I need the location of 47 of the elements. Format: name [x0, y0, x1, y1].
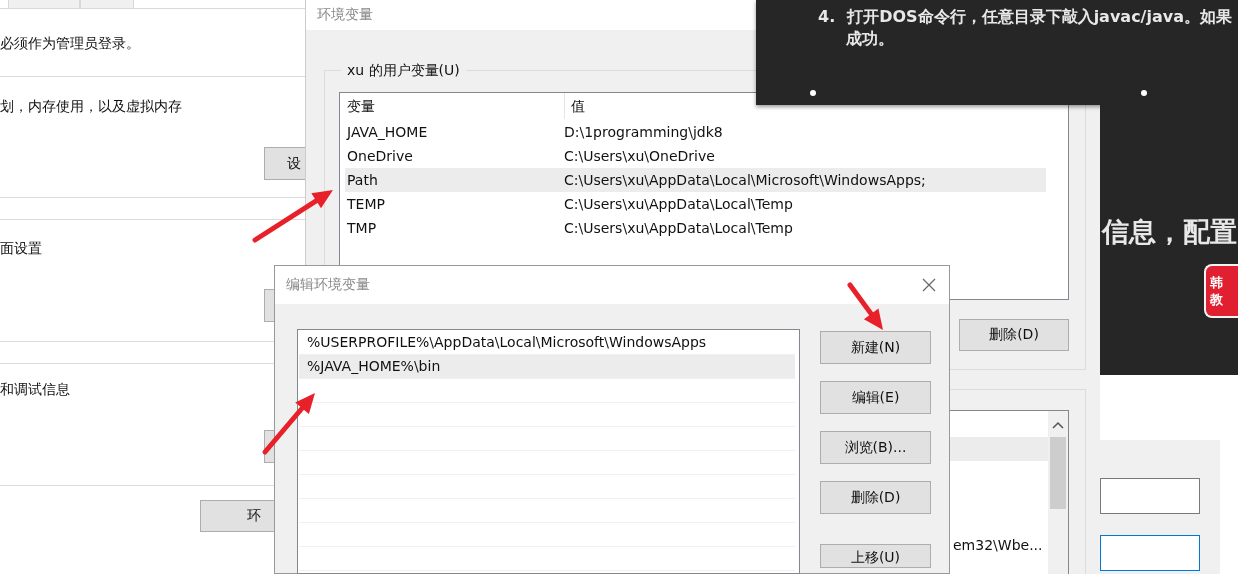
variable-value: C:\Users\xu\OneDrive [564, 148, 715, 164]
arrow [262, 393, 315, 455]
dialog-button[interactable]: 浏览(B)... [820, 431, 931, 464]
group-label: xu 的用户变量(U) [346, 61, 461, 80]
dialog-button[interactable]: 编辑(E) [820, 381, 931, 414]
list-row[interactable]: TEMP C:\Users\xu\AppData\Local\Temp [345, 192, 1046, 216]
list-row[interactable]: %JAVA_HOME%\bin [299, 355, 795, 379]
dialog-button[interactable]: 删除(D) [820, 481, 931, 514]
input-field[interactable] [1100, 478, 1200, 514]
badge-text: 教 [1210, 291, 1223, 308]
variable-name: JAVA_HOME [347, 124, 429, 140]
column-header[interactable]: 变量 [347, 93, 564, 119]
slide-text: 打开DOS命令行，任意目录下敲入javac/java。如果 [847, 6, 1232, 28]
variable-value: D:\1programming\jdk8 [564, 124, 723, 140]
description-text: 必须作为管理员登录。 [0, 33, 140, 52]
list-row[interactable]: TMP C:\Users\xu\AppData\Local\Temp [345, 216, 1046, 240]
slide-heading: 信息，配置 [1102, 215, 1237, 249]
dot-icon [810, 90, 816, 96]
scroll-up-icon[interactable] [1052, 421, 1064, 429]
list-number: 4. [818, 6, 836, 28]
delete-button[interactable]: 删除(D) [959, 319, 1069, 351]
list-row[interactable]: OneDrive C:\Users\xu\OneDrive [345, 144, 1046, 168]
list-row[interactable]: Path C:\Users\xu\AppData\Local\Microsoft\WindowsApps; [345, 168, 1046, 192]
dot-icon [1141, 90, 1147, 96]
dialog-button[interactable]: 上移(U) [820, 544, 931, 568]
scrollbar[interactable] [1048, 411, 1068, 574]
list-row[interactable]: JAVA_HOME D:\1programming\jdk8 [345, 120, 1046, 144]
window-title: 环境变量 [317, 6, 373, 24]
arrow [847, 282, 883, 330]
description-text: 和调试信息 [0, 380, 70, 398]
description-text: 面设置 [0, 239, 42, 257]
input-field[interactable] [1100, 535, 1200, 571]
description-text: 划，内存使用，以及虚拟内存 [0, 97, 182, 115]
variable-value: C:\Users\xu\AppData\Local\Temp [564, 196, 793, 212]
dialog-button[interactable]: 新建(N) [820, 331, 931, 364]
variable-name: TMP [347, 220, 378, 236]
variable-value: C:\Users\xu\AppData\Local\Microsoft\WindowsApps; [564, 172, 926, 188]
variable-value: C:\Users\xu\AppData\Local\Temp [564, 220, 793, 236]
variable-name: OneDrive [347, 148, 414, 164]
slide-text: 成功。 [846, 28, 895, 50]
scroll-thumb[interactable] [1050, 437, 1066, 509]
variable-name: Path [347, 172, 379, 188]
variable-name: TEMP [347, 196, 386, 212]
window-title: 编辑环境变量 [286, 276, 370, 294]
badge-text: 韩 [1210, 274, 1223, 291]
close-icon[interactable] [922, 278, 936, 292]
column-header[interactable]: 值 [564, 93, 585, 119]
